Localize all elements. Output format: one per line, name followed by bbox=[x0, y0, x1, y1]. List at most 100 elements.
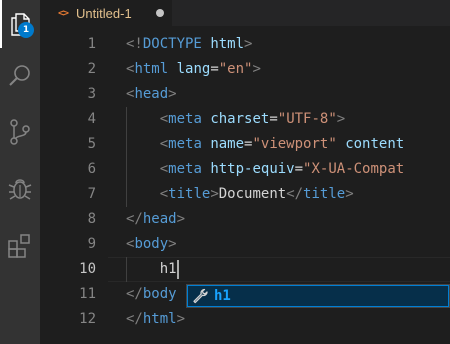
code-text: </body bbox=[126, 282, 177, 307]
code-text: <html lang="en"> bbox=[126, 57, 261, 82]
code-token: DOCTYPE bbox=[142, 36, 202, 52]
code-token: name bbox=[210, 136, 245, 152]
code-line[interactable]: 4 <meta charset="UTF-8"> bbox=[40, 107, 450, 132]
code-token: content bbox=[345, 136, 405, 152]
activity-search[interactable] bbox=[0, 52, 40, 100]
code-token: html bbox=[142, 311, 177, 327]
code-text: <title>Document</title> bbox=[126, 182, 354, 207]
code-token: meta bbox=[168, 161, 202, 177]
line-number: 1 bbox=[87, 36, 96, 52]
activity-explorer[interactable]: 1 bbox=[0, 0, 40, 48]
code-token: </ bbox=[286, 186, 304, 202]
code-token: = bbox=[269, 111, 278, 127]
code-line[interactable]: 1 <!DOCTYPE html> bbox=[40, 32, 450, 57]
line-number: 10 bbox=[79, 261, 96, 277]
search-icon bbox=[7, 63, 33, 89]
text-cursor bbox=[176, 260, 179, 279]
code-token: title bbox=[168, 186, 211, 202]
code-text: </html> bbox=[126, 307, 185, 332]
activity-bar: 1 bbox=[0, 0, 40, 344]
code-token: = bbox=[210, 61, 219, 77]
code-line[interactable]: 9 <body> bbox=[40, 232, 450, 257]
code-text: <meta name="viewport" content bbox=[126, 132, 405, 157]
tab-title: Untitled-1 bbox=[76, 5, 132, 21]
code-text: <meta http-equiv="X-UA-Compat bbox=[126, 157, 404, 182]
code-token: lang bbox=[176, 61, 211, 77]
line-number: 4 bbox=[87, 111, 96, 127]
code-line[interactable]: 6 <meta http-equiv="X-UA-Compat bbox=[40, 157, 450, 182]
code-token: > bbox=[176, 211, 186, 227]
code-token: > bbox=[345, 186, 354, 202]
code-token: body bbox=[134, 236, 169, 252]
code-token: "en" bbox=[218, 61, 253, 77]
indent-guide bbox=[126, 257, 127, 282]
line-number: 2 bbox=[87, 61, 96, 77]
code-token: > bbox=[176, 311, 186, 327]
code-token: > bbox=[336, 111, 346, 127]
code-token: h1 bbox=[159, 261, 177, 277]
activity-debug[interactable] bbox=[0, 164, 40, 212]
tab-strip: <> Untitled-1 bbox=[40, 0, 450, 26]
code-line[interactable]: 10 h1 bbox=[40, 257, 450, 282]
line-number: 12 bbox=[79, 311, 96, 327]
code-token: meta bbox=[168, 136, 202, 152]
tab-untitled-1[interactable]: <> Untitled-1 bbox=[40, 0, 172, 26]
explorer-badge: 1 bbox=[18, 22, 34, 38]
html-file-icon: <> bbox=[58, 7, 69, 19]
code-token: title bbox=[303, 186, 346, 202]
extensions-icon bbox=[6, 232, 34, 260]
suggest-widget: h1 bbox=[186, 284, 450, 308]
code-token: "viewport" bbox=[252, 136, 337, 152]
code-token: > bbox=[168, 86, 177, 102]
line-number: 6 bbox=[87, 161, 96, 177]
activity-extensions[interactable] bbox=[0, 222, 40, 270]
code-text: <head> bbox=[126, 82, 177, 107]
activity-source-control[interactable] bbox=[0, 108, 40, 156]
line-number: 11 bbox=[79, 286, 96, 302]
code-token: head bbox=[134, 86, 169, 102]
code-line[interactable]: 12 </html> bbox=[40, 307, 450, 332]
code-token: body bbox=[142, 286, 177, 302]
code-token: > bbox=[244, 36, 253, 52]
source-control-icon bbox=[7, 118, 33, 146]
code-token: html bbox=[210, 36, 245, 52]
line-number: 7 bbox=[87, 186, 96, 202]
code-token: < bbox=[159, 186, 169, 202]
code-token: Document bbox=[218, 186, 287, 202]
code-line[interactable]: 8 </head> bbox=[40, 207, 450, 232]
code-token: < bbox=[159, 111, 169, 127]
code-line[interactable]: 5 <meta name="viewport" content bbox=[40, 132, 450, 157]
code-token: > bbox=[252, 61, 261, 77]
code-token: <! bbox=[126, 36, 143, 52]
code-token: meta bbox=[168, 111, 202, 127]
code-token: head bbox=[142, 211, 177, 227]
code-token: html bbox=[134, 61, 169, 77]
wrench-icon bbox=[192, 288, 208, 304]
line-number: 8 bbox=[87, 211, 96, 227]
code-token: > bbox=[168, 236, 177, 252]
indent-guide bbox=[126, 107, 127, 207]
line-number: 3 bbox=[87, 86, 96, 102]
code-token: http-equiv bbox=[210, 161, 295, 177]
line-number: 5 bbox=[87, 136, 96, 152]
code-line[interactable]: 7 <title>Document</title> bbox=[40, 182, 450, 207]
code-token: </ bbox=[126, 286, 143, 302]
suggest-item-h1[interactable]: h1 bbox=[187, 285, 449, 307]
code-token: < bbox=[159, 136, 169, 152]
suggest-label: h1 bbox=[214, 288, 231, 304]
line-number: 9 bbox=[87, 236, 96, 252]
code-text: <!DOCTYPE html> bbox=[126, 32, 252, 57]
code-token: < bbox=[159, 161, 169, 177]
unsaved-dot-icon[interactable] bbox=[156, 9, 164, 17]
code-text: </head> bbox=[126, 207, 185, 232]
code-token: </ bbox=[126, 211, 143, 227]
code-line[interactable]: 2 <html lang="en"> bbox=[40, 57, 450, 82]
code-token: "UTF-8" bbox=[277, 111, 337, 127]
code-line[interactable]: 3 <head> bbox=[40, 82, 450, 107]
